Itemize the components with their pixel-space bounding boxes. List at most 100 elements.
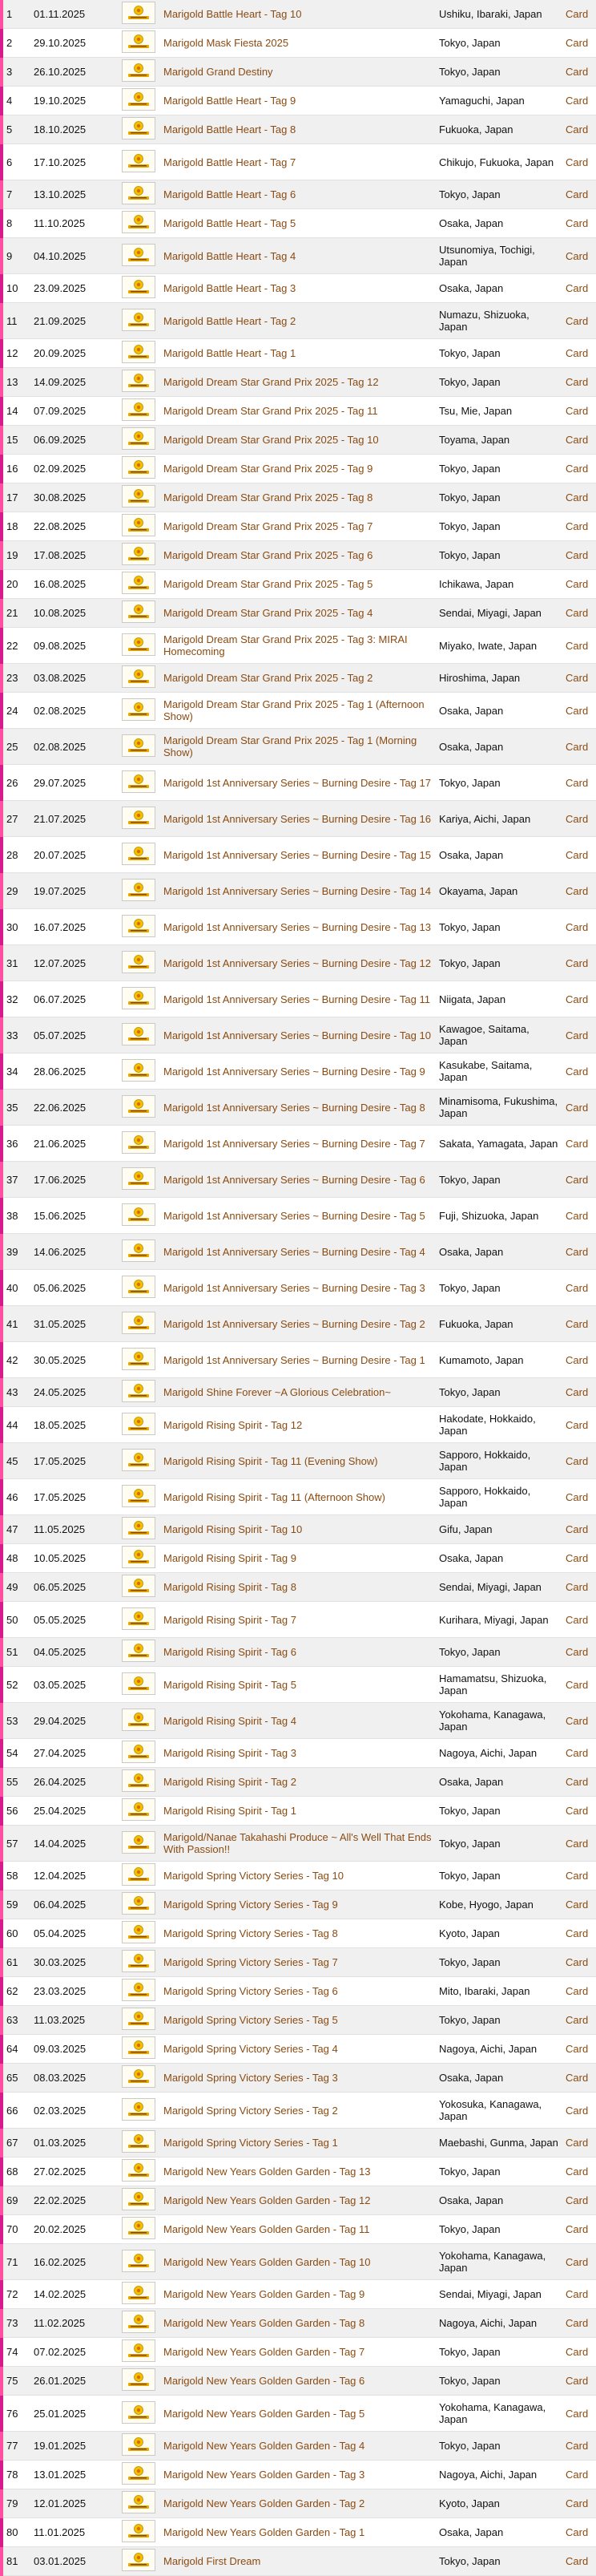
event-name-link[interactable]: Marigold Dream Star Grand Prix 2025 - Ta… <box>163 434 379 446</box>
event-name-link[interactable]: Marigold Dream Star Grand Prix 2025 - Ta… <box>163 405 378 417</box>
marigold-logo-icon[interactable] <box>122 572 155 594</box>
event-card-link[interactable]: Card <box>566 123 588 135</box>
event-name-link[interactable]: Marigold 1st Anniversary Series ~ Burnin… <box>163 921 431 933</box>
event-name-link[interactable]: Marigold 1st Anniversary Series ~ Burnin… <box>163 1138 425 1150</box>
marigold-logo-icon[interactable] <box>122 1979 155 2001</box>
event-card-link[interactable]: Card <box>566 957 588 969</box>
event-card-link[interactable]: Card <box>566 376 588 388</box>
promotion-logo-cell[interactable] <box>117 1161 160 1198</box>
marigold-logo-icon[interactable] <box>122 2368 155 2391</box>
event-card-link[interactable]: Card <box>566 2256 588 2268</box>
event-name-link[interactable]: Marigold Rising Spirit - Tag 3 <box>163 1747 296 1759</box>
marigold-logo-icon[interactable] <box>122 1347 155 1370</box>
marigold-logo-icon[interactable] <box>122 2339 155 2362</box>
event-name-link[interactable]: Marigold 1st Anniversary Series ~ Burnin… <box>163 1282 425 1294</box>
marigold-logo-icon[interactable] <box>122 182 155 204</box>
event-card-link[interactable]: Card <box>566 2346 588 2358</box>
marigold-logo-icon[interactable] <box>122 398 155 421</box>
event-name-link[interactable]: Marigold Dream Star Grand Prix 2025 - Ta… <box>163 463 372 475</box>
event-name-link[interactable]: Marigold 1st Anniversary Series ~ Burnin… <box>163 1066 425 1078</box>
event-name-link[interactable]: Marigold New Years Golden Garden - Tag 6 <box>163 2375 364 2387</box>
promotion-logo-cell[interactable] <box>117 1861 160 1891</box>
promotion-logo-cell[interactable] <box>117 1478 160 1515</box>
event-name-link[interactable]: Marigold Battle Heart - Tag 1 <box>163 347 296 359</box>
event-card-link[interactable]: Card <box>566 993 588 1005</box>
marigold-logo-icon[interactable] <box>122 1380 155 1402</box>
event-name-link[interactable]: Marigold Rising Spirit - Tag 2 <box>163 1776 296 1788</box>
promotion-logo-cell[interactable] <box>117 1269 160 1306</box>
promotion-logo-cell[interactable] <box>117 208 160 238</box>
marigold-logo-icon[interactable] <box>122 2 155 24</box>
marigold-logo-icon[interactable] <box>122 2491 155 2513</box>
marigold-logo-icon[interactable] <box>122 1607 155 1630</box>
event-name-link[interactable]: Marigold Dream Star Grand Prix 2025 - Ta… <box>163 549 372 561</box>
event-card-link[interactable]: Card <box>566 2072 588 2084</box>
promotion-logo-cell[interactable] <box>117 1572 160 1602</box>
event-name-link[interactable]: Marigold New Years Golden Garden - Tag 1… <box>163 2166 370 2178</box>
event-card-link[interactable]: Card <box>566 1581 588 1593</box>
event-name-link[interactable]: Marigold 1st Anniversary Series ~ Burnin… <box>163 849 431 861</box>
marigold-logo-icon[interactable] <box>122 149 155 172</box>
marigold-logo-icon[interactable] <box>122 88 155 111</box>
promotion-logo-cell[interactable] <box>117 57 160 87</box>
event-name-link[interactable]: Marigold Dream Star Grand Prix 2025 - Ta… <box>163 698 425 722</box>
marigold-logo-icon[interactable] <box>122 1275 155 1298</box>
event-name-link[interactable]: Marigold Dream Star Grand Prix 2025 - Ta… <box>163 607 372 619</box>
event-card-link[interactable]: Card <box>566 2223 588 2235</box>
marigold-logo-icon[interactable] <box>122 427 155 450</box>
event-name-link[interactable]: Marigold New Years Golden Garden - Tag 5 <box>163 2408 364 2420</box>
event-card-link[interactable]: Card <box>566 188 588 200</box>
event-name-link[interactable]: Marigold Shine Forever ~A Glorious Celeb… <box>163 1386 391 1398</box>
event-name-link[interactable]: Marigold Rising Spirit - Tag 12 <box>163 1419 302 1431</box>
event-name-link[interactable]: Marigold New Years Golden Garden - Tag 2 <box>163 2497 364 2509</box>
event-name-link[interactable]: Marigold 1st Anniversary Series ~ Burnin… <box>163 1246 425 1258</box>
event-name-link[interactable]: Marigold Grand Destiny <box>163 66 273 78</box>
promotion-logo-cell[interactable] <box>117 1197 160 1234</box>
marigold-logo-icon[interactable] <box>122 2249 155 2272</box>
event-name-link[interactable]: Marigold New Years Golden Garden - Tag 1… <box>163 2223 370 2235</box>
event-card-link[interactable]: Card <box>566 347 588 359</box>
promotion-logo-cell[interactable] <box>117 2546 160 2576</box>
promotion-logo-cell[interactable] <box>117 2186 160 2215</box>
event-card-link[interactable]: Card <box>566 2014 588 2026</box>
event-name-link[interactable]: Marigold 1st Anniversary Series ~ Burnin… <box>163 777 431 789</box>
event-name-link[interactable]: Marigold Rising Spirit - Tag 6 <box>163 1646 296 1658</box>
event-name-link[interactable]: Marigold Rising Spirit - Tag 7 <box>163 1614 296 1626</box>
event-card-link[interactable]: Card <box>566 217 588 229</box>
event-card-link[interactable]: Card <box>566 1354 588 1366</box>
event-name-link[interactable]: Marigold Spring Victory Series - Tag 3 <box>163 2072 338 2084</box>
event-name-link[interactable]: Marigold Rising Spirit - Tag 8 <box>163 1581 296 1593</box>
marigold-logo-icon[interactable] <box>122 950 155 973</box>
event-name-link[interactable]: Marigold New Years Golden Garden - Tag 8 <box>163 2317 364 2329</box>
marigold-logo-icon[interactable] <box>122 370 155 392</box>
marigold-logo-icon[interactable] <box>122 485 155 508</box>
marigold-logo-icon[interactable] <box>122 30 155 53</box>
event-name-link[interactable]: Marigold Mask Fiesta 2025 <box>163 37 288 49</box>
event-card-link[interactable]: Card <box>566 1138 588 1150</box>
promotion-logo-cell[interactable] <box>117 2460 160 2489</box>
event-name-link[interactable]: Marigold Battle Heart - Tag 6 <box>163 188 296 200</box>
marigold-logo-icon[interactable] <box>122 770 155 793</box>
event-card-link[interactable]: Card <box>566 2043 588 2055</box>
event-name-link[interactable]: Marigold Spring Victory Series - Tag 4 <box>163 2043 338 2055</box>
marigold-logo-icon[interactable] <box>122 1094 155 1118</box>
event-card-link[interactable]: Card <box>566 1715 588 1727</box>
event-card-link[interactable]: Card <box>566 1679 588 1691</box>
marigold-logo-icon[interactable] <box>122 1575 155 1597</box>
event-name-link[interactable]: Marigold Spring Victory Series - Tag 7 <box>163 1956 338 1968</box>
event-card-link[interactable]: Card <box>566 2375 588 2387</box>
event-card-link[interactable]: Card <box>566 849 588 861</box>
event-name-link[interactable]: Marigold Battle Heart - Tag 5 <box>163 217 296 229</box>
marigold-logo-icon[interactable] <box>122 2282 155 2304</box>
promotion-logo-cell[interactable] <box>117 425 160 455</box>
marigold-logo-icon[interactable] <box>122 308 155 331</box>
marigold-logo-icon[interactable] <box>122 633 155 656</box>
event-name-link[interactable]: Marigold Rising Spirit - Tag 5 <box>163 1679 296 1691</box>
marigold-logo-icon[interactable] <box>122 1484 155 1507</box>
promotion-logo-cell[interactable] <box>117 944 160 981</box>
event-card-link[interactable]: Card <box>566 491 588 503</box>
event-card-link[interactable]: Card <box>566 66 588 78</box>
marigold-logo-icon[interactable] <box>122 243 155 266</box>
marigold-logo-icon[interactable] <box>122 878 155 901</box>
event-card-link[interactable]: Card <box>566 1210 588 1222</box>
